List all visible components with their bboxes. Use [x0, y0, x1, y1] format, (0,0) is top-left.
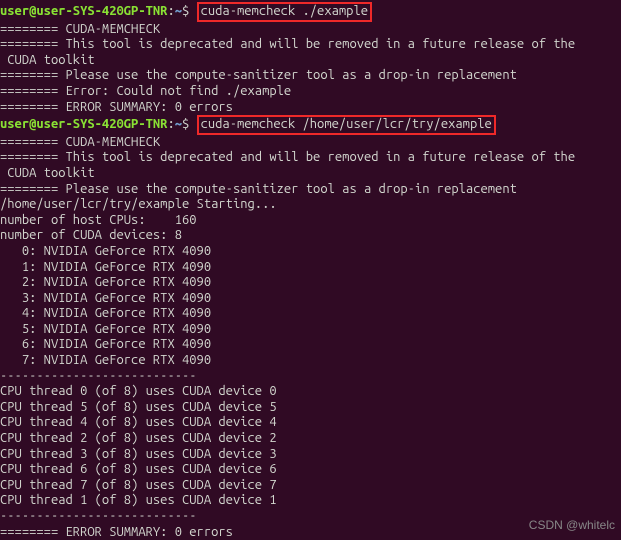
prompt-path: ~	[175, 117, 182, 131]
output-separator: ---------------------------	[0, 369, 621, 385]
prompt-user: user@user-SYS-420GP-TNR	[0, 117, 167, 131]
output-line: ======== Please use the compute-sanitize…	[0, 182, 621, 198]
prompt-path: ~	[175, 4, 182, 18]
command-highlight-2: cuda-memcheck /home/user/lcr/try/example	[197, 115, 496, 135]
prompt-sep: :	[167, 4, 174, 18]
output-device-row: 7: NVIDIA GeForce RTX 4090	[0, 353, 621, 369]
output-device-row: 2: NVIDIA GeForce RTX 4090	[0, 275, 621, 291]
output-line: ======== CUDA-MEMCHECK	[0, 135, 621, 151]
output-line: ======== Please use the compute-sanitize…	[0, 68, 621, 84]
output-device-row: 4: NVIDIA GeForce RTX 4090	[0, 306, 621, 322]
prompt-sep: :	[167, 117, 174, 131]
command-highlight-1: cuda-memcheck ./example	[197, 2, 372, 22]
output-line: ======== CUDA-MEMCHECK	[0, 22, 621, 38]
prompt-user: user@user-SYS-420GP-TNR	[0, 4, 167, 18]
output-cuda-devices: number of CUDA devices: 8	[0, 228, 621, 244]
output-line: ======== This tool is deprecated and wil…	[0, 37, 621, 53]
output-device-row: 1: NVIDIA GeForce RTX 4090	[0, 260, 621, 276]
output-thread-row: CPU thread 4 (of 8) uses CUDA device 4	[0, 415, 621, 431]
output-line: CUDA toolkit	[0, 166, 621, 182]
output-thread-row: CPU thread 0 (of 8) uses CUDA device 0	[0, 384, 621, 400]
output-thread-row: CPU thread 6 (of 8) uses CUDA device 6	[0, 462, 621, 478]
output-device-row: 3: NVIDIA GeForce RTX 4090	[0, 291, 621, 307]
output-error-line: ======== Error: Could not find ./example	[0, 84, 621, 100]
output-starting-line: /home/user/lcr/try/example Starting...	[0, 197, 621, 213]
output-thread-row: CPU thread 3 (of 8) uses CUDA device 3	[0, 447, 621, 463]
output-line: CUDA toolkit	[0, 53, 621, 69]
prompt-line-1[interactable]: user@user-SYS-420GP-TNR:~$ cuda-memcheck…	[0, 2, 621, 22]
output-thread-row: CPU thread 2 (of 8) uses CUDA device 2	[0, 431, 621, 447]
prompt-symbol: $	[182, 117, 197, 131]
output-device-row: 5: NVIDIA GeForce RTX 4090	[0, 322, 621, 338]
output-line: ======== This tool is deprecated and wil…	[0, 150, 621, 166]
output-thread-row: CPU thread 5 (of 8) uses CUDA device 5	[0, 400, 621, 416]
output-host-cpus: number of host CPUs: 160	[0, 213, 621, 229]
output-device-row: 0: NVIDIA GeForce RTX 4090	[0, 244, 621, 260]
output-thread-row: CPU thread 1 (of 8) uses CUDA device 1	[0, 493, 621, 509]
prompt-symbol: $	[182, 4, 197, 18]
watermark: CSDN @whitelc	[529, 518, 615, 532]
output-thread-row: CPU thread 7 (of 8) uses CUDA device 7	[0, 478, 621, 494]
prompt-line-2[interactable]: user@user-SYS-420GP-TNR:~$ cuda-memcheck…	[0, 115, 621, 135]
output-summary-line: ======== ERROR SUMMARY: 0 errors	[0, 100, 621, 116]
output-device-row: 6: NVIDIA GeForce RTX 4090	[0, 337, 621, 353]
